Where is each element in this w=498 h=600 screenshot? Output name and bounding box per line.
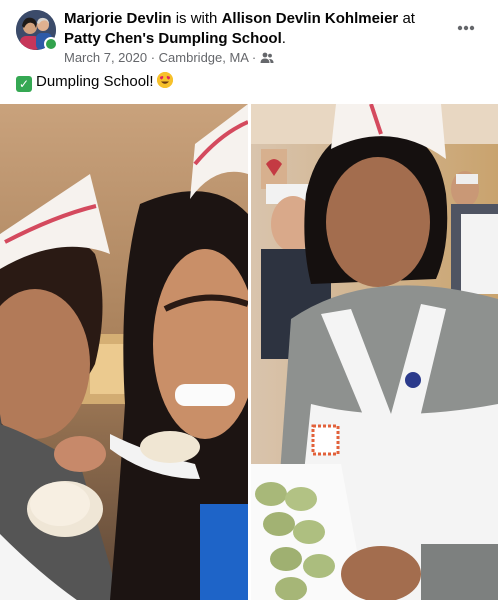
with-text: is with bbox=[171, 10, 222, 27]
photo-right[interactable] bbox=[251, 104, 498, 600]
heart-eyes-emoji bbox=[156, 72, 173, 88]
post-location-link[interactable]: Cambridge, MA bbox=[159, 50, 249, 65]
photo-grid bbox=[0, 104, 498, 600]
post-text: Dumpling School! bbox=[36, 73, 154, 90]
post-author-line: Marjorie Devlin is with Allison Devlin K… bbox=[64, 9, 444, 49]
check-mark-icon: ✓ bbox=[16, 76, 32, 92]
facebook-post: Marjorie Devlin is with Allison Devlin K… bbox=[0, 0, 498, 600]
post-meta: March 7, 2020 · Cambridge, MA · bbox=[64, 50, 274, 68]
place-suffix: . bbox=[281, 30, 286, 47]
place-link[interactable]: Patty Chen's Dumpling School bbox=[64, 30, 282, 47]
online-status-dot bbox=[44, 37, 58, 51]
more-horizontal-icon bbox=[457, 25, 475, 31]
post-header: Marjorie Devlin is with Allison Devlin K… bbox=[0, 0, 498, 70]
more-options-button[interactable] bbox=[454, 18, 478, 38]
meta-separator-2: · bbox=[248, 50, 260, 65]
at-text: at bbox=[398, 10, 415, 27]
tagged-user-link[interactable]: Allison Devlin Kohlmeier bbox=[222, 10, 399, 27]
meta-separator: · bbox=[147, 50, 159, 65]
photo-left[interactable] bbox=[0, 104, 248, 600]
friends-icon[interactable] bbox=[260, 52, 274, 68]
post-date-link[interactable]: March 7, 2020 bbox=[64, 50, 147, 65]
post-body: ✓ Dumpling School! bbox=[16, 72, 173, 92]
author-name-link[interactable]: Marjorie Devlin bbox=[64, 10, 172, 27]
